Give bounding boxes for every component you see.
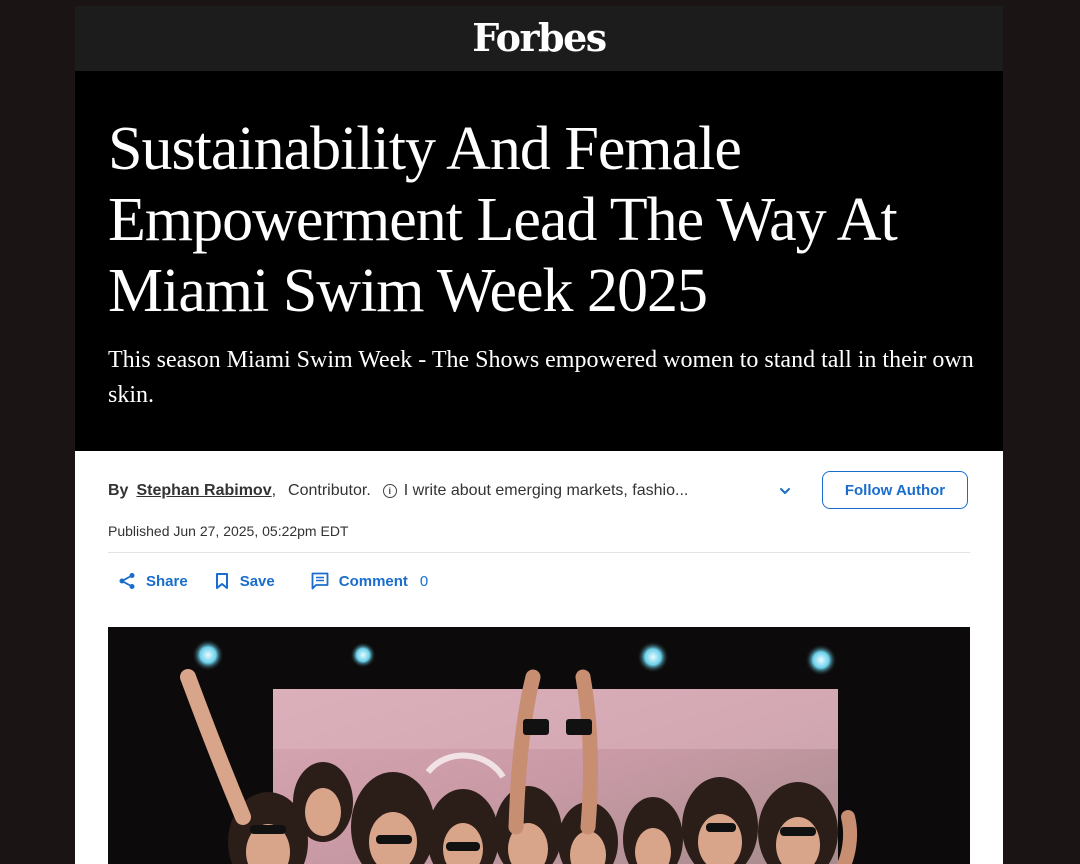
article-actions: Share Save Comment 0 bbox=[108, 569, 454, 593]
share-label: Share bbox=[146, 572, 188, 590]
author-role: Contributor. bbox=[288, 482, 371, 499]
article-page: Forbes Sustainability And Female Empower… bbox=[75, 6, 1003, 864]
article-headline: Sustainability And Female Empowerment Le… bbox=[108, 115, 898, 325]
article-hero: Sustainability And Female Empowerment Le… bbox=[75, 71, 1003, 451]
article-hero-image bbox=[108, 627, 970, 864]
comment-icon bbox=[311, 572, 329, 590]
share-button[interactable]: Share bbox=[118, 572, 188, 590]
author-link[interactable]: Stephan Rabimov bbox=[136, 482, 271, 500]
follow-author-button[interactable]: Follow Author bbox=[822, 471, 968, 509]
save-button[interactable]: Save bbox=[214, 572, 275, 590]
chevron-down-icon[interactable] bbox=[777, 483, 793, 499]
forbes-logo[interactable]: Forbes bbox=[472, 15, 607, 60]
comment-button[interactable]: Comment 0 bbox=[311, 572, 429, 590]
byline: By Stephan Rabimov , Contributor. i I wr… bbox=[108, 471, 970, 511]
runway-photo bbox=[108, 627, 970, 864]
divider bbox=[108, 552, 970, 553]
published-date: Published Jun 27, 2025, 05:22pm EDT bbox=[108, 523, 349, 539]
byline-comma: , bbox=[271, 482, 277, 499]
save-label: Save bbox=[239, 572, 275, 590]
article-dek: This season Miami Swim Week - The Shows … bbox=[108, 347, 974, 408]
share-icon bbox=[119, 573, 135, 589]
comment-count: 0 bbox=[419, 572, 429, 590]
site-header: Forbes bbox=[75, 6, 1003, 71]
byline-prefix: By bbox=[108, 482, 129, 499]
bookmark-icon bbox=[215, 573, 228, 589]
author-bio: I write about emerging markets, fashio..… bbox=[403, 482, 689, 499]
info-icon: i bbox=[382, 484, 397, 498]
comment-label: Comment bbox=[338, 572, 408, 590]
